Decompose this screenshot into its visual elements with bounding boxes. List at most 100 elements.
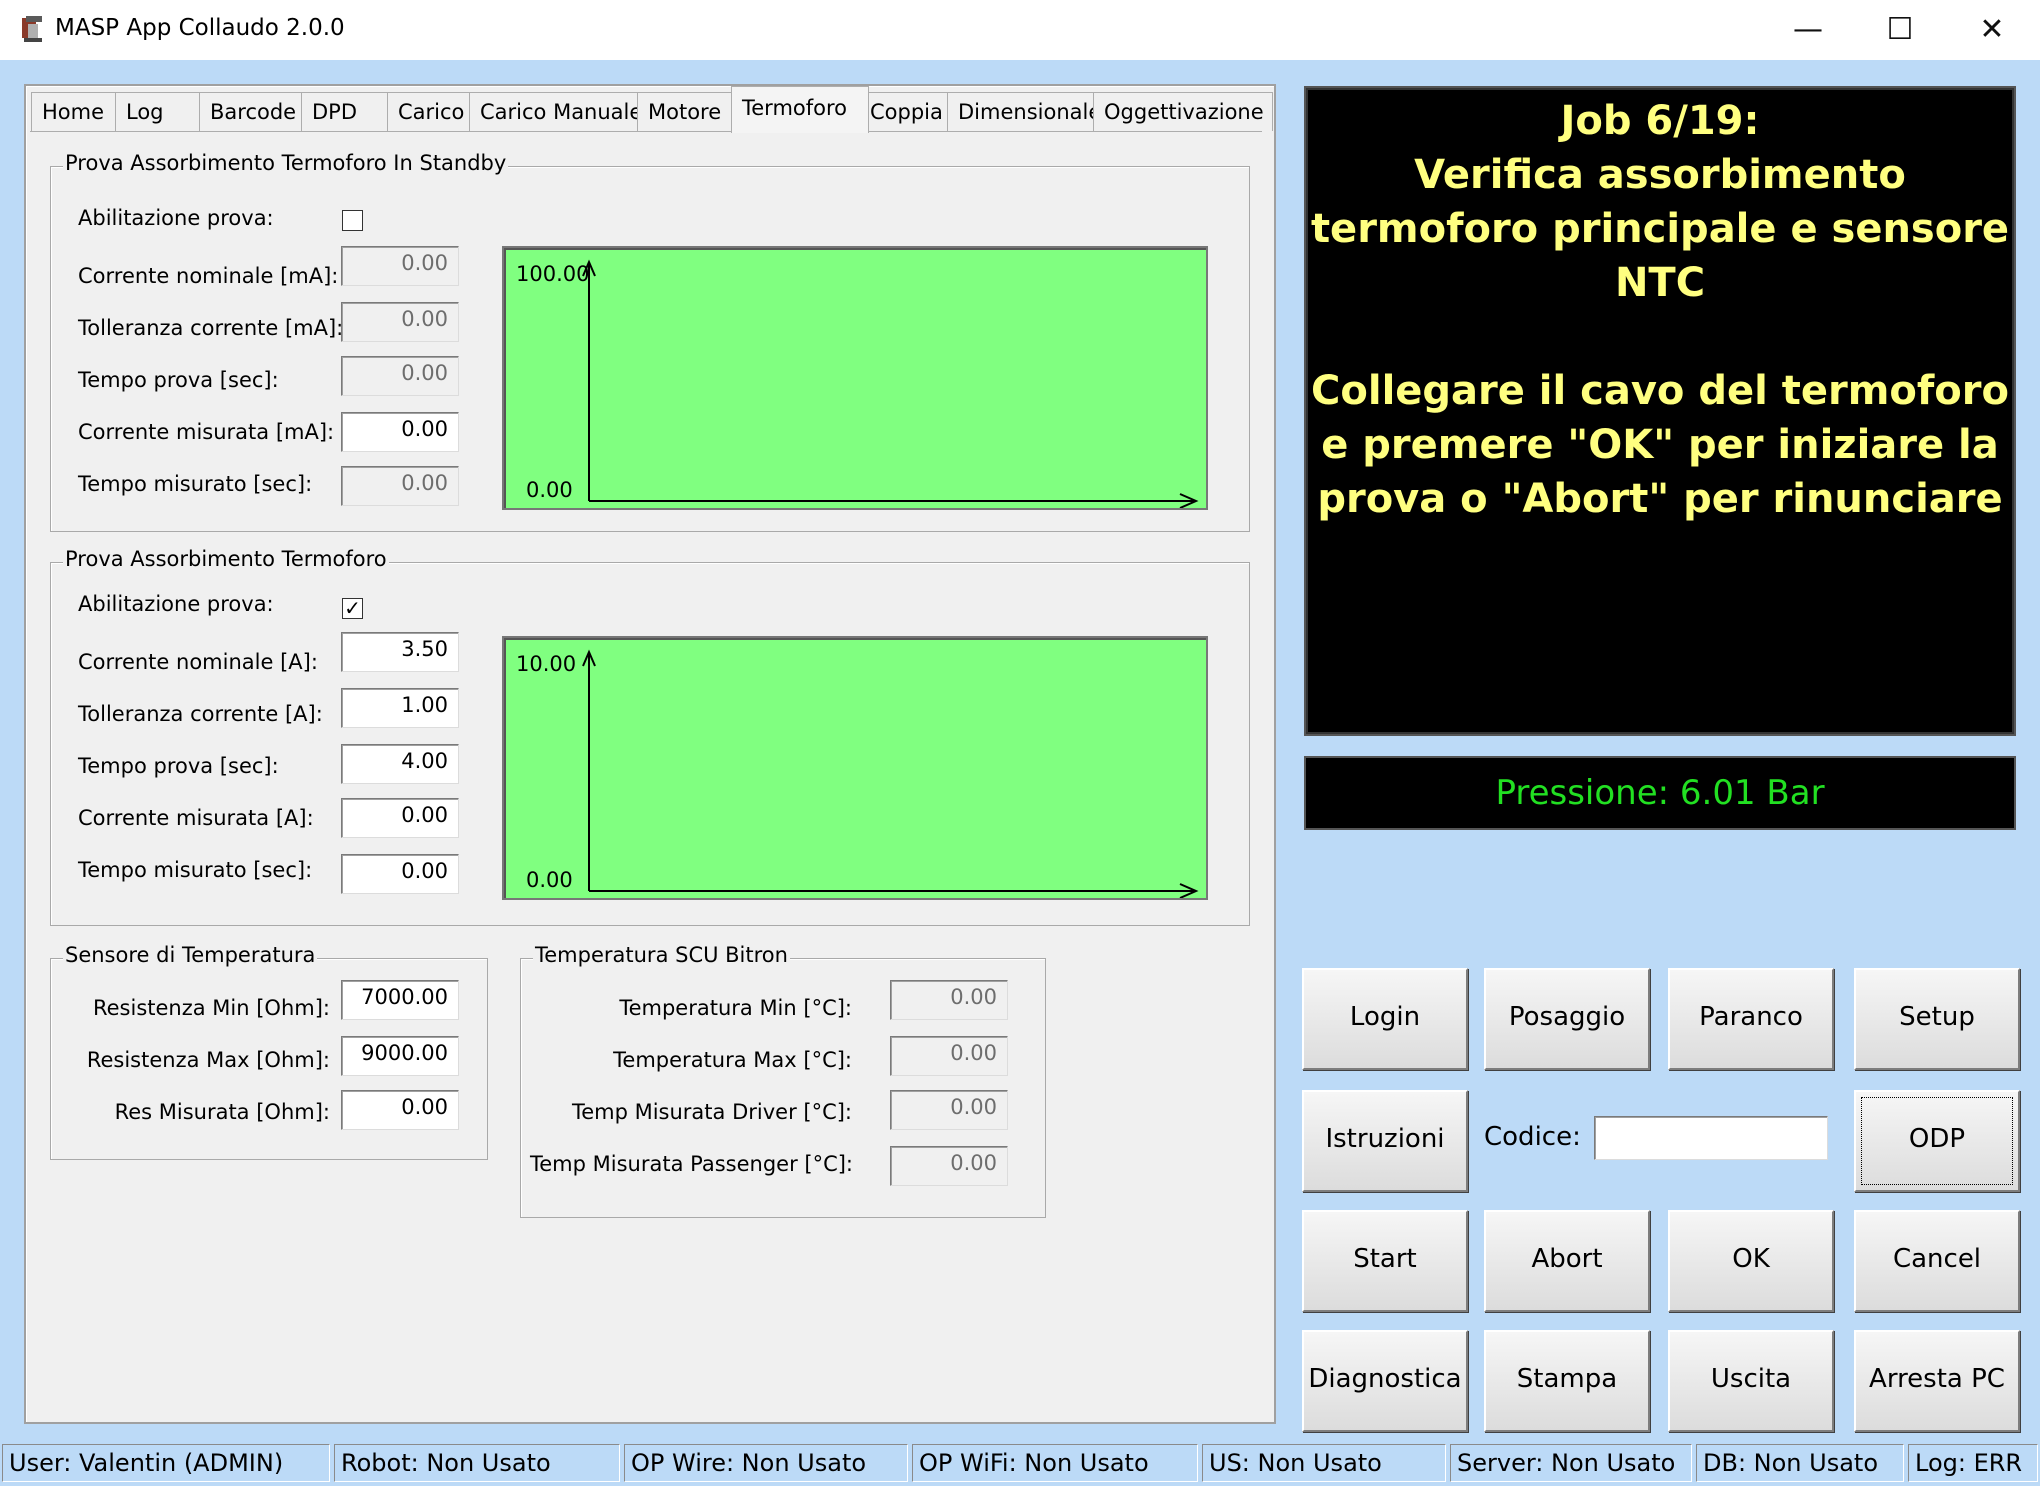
status-user: User: Valentin (ADMIN) <box>2 1444 330 1482</box>
tab-log[interactable]: Log <box>115 92 209 131</box>
job-line: Job 6/19: <box>1560 98 1760 144</box>
tab-divider <box>30 131 1262 132</box>
ok-button[interactable]: OK <box>1668 1210 1834 1312</box>
stampa-button[interactable]: Stampa <box>1484 1330 1650 1432</box>
tab-dpd[interactable]: DPD <box>301 92 397 131</box>
status-op-wire: OP Wire: Non Usato <box>624 1444 908 1482</box>
pressure-display: Pressione: 6.01 Bar <box>1304 756 2016 830</box>
tab-motore[interactable]: Motore <box>637 92 741 131</box>
main-measured-time-field[interactable]: 0.00 <box>341 854 459 894</box>
main-test-time-label: Tempo prova [sec]: <box>78 754 279 778</box>
main-measured-current-label: Corrente misurata [A]: <box>78 806 314 830</box>
cancel-button[interactable]: Cancel <box>1854 1210 2020 1312</box>
main-measured-time-label: Tempo misurato [sec]: <box>78 858 313 882</box>
arresta-pc-button[interactable]: Arresta PC <box>1854 1330 2020 1432</box>
job-line: e premere "OK" per iniziare la <box>1321 422 1999 468</box>
resistance-min-label: Resistenza Min [Ohm]: <box>92 996 330 1020</box>
res-measured-field[interactable]: 0.00 <box>341 1090 459 1130</box>
standby-nominal-current-label: Corrente nominale [mA]: <box>78 264 339 288</box>
job-message-text: Job 6/19: Verifica assorbimento termofor… <box>1306 88 2014 526</box>
standby-nominal-current-field[interactable]: 0.00 <box>341 246 459 286</box>
scu-temp-passenger-field[interactable]: 0.00 <box>890 1146 1008 1186</box>
standby-test-title: Prova Assorbimento Termoforo In Standby <box>63 151 509 175</box>
scu-temp-min-label: Temperatura Min [°C]: <box>619 996 852 1020</box>
tab-carico-manuale[interactable]: Carico Manuale <box>469 92 647 131</box>
standby-chart-ymax: 100.00 <box>516 262 590 286</box>
scu-temperature-title: Temperatura SCU Bitron <box>533 943 790 967</box>
close-button[interactable]: ✕ <box>1946 0 2038 60</box>
tab-termoforo[interactable]: Termoforo <box>731 86 869 133</box>
title-bar: MASP App Collaudo 2.0.0 — ☐ ✕ <box>0 0 2040 60</box>
standby-current-chart: 100.00 0.00 <box>502 246 1208 510</box>
setup-button[interactable]: Setup <box>1854 968 2020 1070</box>
job-line: NTC <box>1614 260 1706 306</box>
status-robot: Robot: Non Usato <box>334 1444 620 1482</box>
maximize-button[interactable]: ☐ <box>1854 0 1946 60</box>
main-nominal-current-field[interactable]: 3.50 <box>341 632 459 672</box>
tab-dimensionale[interactable]: Dimensionale <box>947 92 1103 131</box>
window-title: MASP App Collaudo 2.0.0 <box>55 15 345 41</box>
standby-enable-checkbox[interactable] <box>342 210 363 231</box>
main-chart-ymin: 0.00 <box>526 868 573 892</box>
standby-tolerance-field[interactable]: 0.00 <box>341 302 459 342</box>
main-test-title: Prova Assorbimento Termoforo <box>63 547 389 571</box>
minimize-button[interactable]: — <box>1762 0 1854 60</box>
scu-temp-max-field[interactable]: 0.00 <box>890 1036 1008 1076</box>
resistance-max-field[interactable]: 9000.00 <box>341 1036 459 1076</box>
diagnostica-button[interactable]: Diagnostica <box>1302 1330 1468 1432</box>
status-op-wifi: OP WiFi: Non Usato <box>912 1444 1198 1482</box>
tab-oggettivazione[interactable]: Oggettivazione <box>1093 92 1273 131</box>
codice-input[interactable] <box>1594 1116 1828 1160</box>
standby-chart-axes <box>582 259 1199 508</box>
scu-temp-min-field[interactable]: 0.00 <box>890 980 1008 1020</box>
job-line: Verifica assorbimento <box>1414 152 1906 198</box>
status-db: DB: Non Usato <box>1696 1444 1904 1482</box>
status-log: Log: ERR <box>1908 1444 2038 1482</box>
main-tolerance-label: Tolleranza corrente [A]: <box>78 702 323 726</box>
status-us: US: Non Usato <box>1202 1444 1446 1482</box>
standby-enable-label: Abilitazione prova: <box>78 206 274 230</box>
uscita-button[interactable]: Uscita <box>1668 1330 1834 1432</box>
res-measured-label: Res Misurata [Ohm]: <box>114 1100 330 1124</box>
main-measured-current-field[interactable]: 0.00 <box>341 798 459 838</box>
tab-barcode[interactable]: Barcode <box>199 92 311 131</box>
job-line <box>1306 310 2014 364</box>
resistance-max-label: Resistenza Max [Ohm]: <box>86 1048 330 1072</box>
resistance-min-field[interactable]: 7000.00 <box>341 980 459 1020</box>
standby-measured-time-label: Tempo misurato [sec]: <box>78 472 313 496</box>
main-enable-label: Abilitazione prova: <box>78 592 274 616</box>
main-chart-ymax: 10.00 <box>516 652 577 676</box>
job-line: prova o "Abort" per rinunciare <box>1317 476 2003 522</box>
main-current-chart: 10.00 0.00 <box>502 636 1208 900</box>
paranco-button[interactable]: Paranco <box>1668 968 1834 1070</box>
standby-measured-current-label: Corrente misurata [mA]: <box>78 420 335 444</box>
scu-temp-driver-field[interactable]: 0.00 <box>890 1090 1008 1130</box>
login-button[interactable]: Login <box>1302 968 1468 1070</box>
standby-measured-time-field[interactable]: 0.00 <box>341 466 459 506</box>
scu-temp-max-label: Temperatura Max [°C]: <box>613 1048 852 1072</box>
temperature-sensor-title: Sensore di Temperatura <box>63 943 318 967</box>
tab-home[interactable]: Home <box>31 92 125 131</box>
posaggio-button[interactable]: Posaggio <box>1484 968 1650 1070</box>
scu-temp-passenger-label: Temp Misurata Passenger [°C]: <box>530 1152 854 1176</box>
codice-label: Codice: <box>1484 1122 1581 1152</box>
status-server: Server: Non Usato <box>1450 1444 1692 1482</box>
standby-tolerance-label: Tolleranza corrente [mA]: <box>78 316 344 340</box>
tab-carico[interactable]: Carico <box>387 92 479 131</box>
scu-temp-driver-label: Temp Misurata Driver [°C]: <box>571 1100 852 1124</box>
main-tolerance-field[interactable]: 1.00 <box>341 688 459 728</box>
istruzioni-button[interactable]: Istruzioni <box>1302 1090 1468 1192</box>
job-message-panel: Job 6/19: Verifica assorbimento termofor… <box>1304 86 2016 736</box>
odp-button[interactable]: ODP <box>1854 1090 2020 1192</box>
main-enable-checkbox[interactable]: ✓ <box>342 598 363 619</box>
standby-test-time-field[interactable]: 0.00 <box>341 356 459 396</box>
main-test-time-field[interactable]: 4.00 <box>341 744 459 784</box>
main-nominal-current-label: Corrente nominale [A]: <box>78 650 318 674</box>
standby-measured-current-field[interactable]: 0.00 <box>341 412 459 452</box>
standby-chart-ymin: 0.00 <box>526 478 573 502</box>
app-icon <box>22 16 42 42</box>
abort-button[interactable]: Abort <box>1484 1210 1650 1312</box>
job-line: Collegare il cavo del termoforo <box>1311 368 2009 414</box>
start-button[interactable]: Start <box>1302 1210 1468 1312</box>
tab-coppia[interactable]: Coppia <box>859 92 957 131</box>
